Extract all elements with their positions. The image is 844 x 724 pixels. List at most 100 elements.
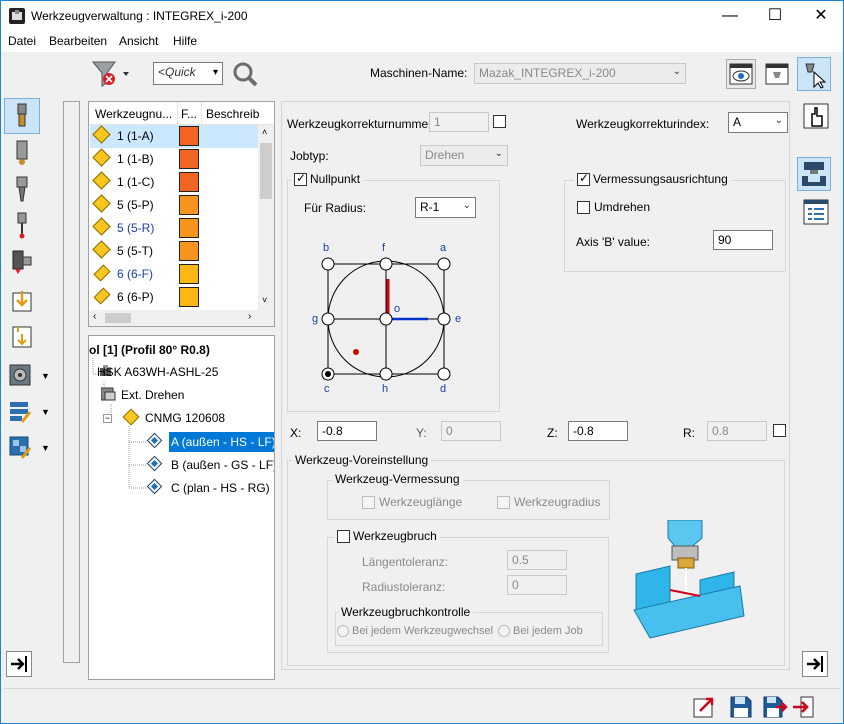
scroll-left-icon[interactable]: ‹: [93, 311, 96, 322]
import-button[interactable]: [8, 286, 36, 316]
vermessung-checkbox[interactable]: ✓: [577, 171, 590, 186]
radius2-checkbox[interactable]: [497, 495, 510, 509]
quick-search-input[interactable]: <Quick ▾: [153, 62, 223, 85]
save-as-icon: [763, 696, 788, 718]
tool-type-button-1[interactable]: [4, 98, 40, 134]
laengentol-input[interactable]: 0.5: [507, 550, 567, 570]
scroll-thumb[interactable]: [260, 143, 272, 199]
vertical-scrollbar[interactable]: ˄ ˅: [258, 125, 274, 310]
tool-list-row[interactable]: 5 (5-T): [90, 240, 258, 263]
import-file-button[interactable]: [8, 322, 36, 352]
minimize-button[interactable]: —: [707, 1, 753, 32]
bruch-checkbox[interactable]: [337, 529, 350, 543]
tool-type-button-5[interactable]: [8, 246, 36, 276]
x-input[interactable]: -0.8: [317, 421, 377, 441]
search-button[interactable]: [230, 59, 260, 89]
tree-edge-a[interactable]: A (außen - HS - LF): [169, 432, 274, 452]
expand-left-button[interactable]: [6, 651, 32, 677]
z-input[interactable]: -0.8: [568, 421, 628, 441]
tool-list-row[interactable]: 5 (5-P): [90, 194, 258, 217]
tool-window-button[interactable]: [762, 59, 792, 89]
r-input[interactable]: 0.8: [707, 421, 767, 441]
r-checkbox[interactable]: [773, 424, 786, 437]
chevron-down-icon[interactable]: ▼: [41, 371, 50, 381]
nullpunkt-checkbox[interactable]: ✓: [294, 171, 307, 186]
column-header-color[interactable]: F...: [181, 107, 197, 121]
filter-icon: [91, 61, 129, 87]
tool-tree: ol [1] (Profil 80° R0.8) HSK A63WH-ASHL-…: [88, 335, 275, 680]
menu-ansicht[interactable]: Ansicht: [119, 34, 158, 48]
tree-edge-b[interactable]: B (außen - GS - LF): [171, 458, 274, 472]
select-mode-button[interactable]: [797, 57, 831, 91]
radio2-label: Bei jedem Job: [513, 625, 583, 637]
column-header-description[interactable]: Beschreib: [206, 107, 259, 121]
exit-button[interactable]: [791, 695, 817, 719]
filter-button[interactable]: [90, 59, 130, 89]
korr-nr-input[interactable]: 1: [429, 112, 489, 132]
radio-werkzeugwechsel[interactable]: [337, 625, 349, 637]
list-edit-button[interactable]: [6, 396, 34, 426]
export-button[interactable]: [692, 695, 716, 719]
scroll-down-icon[interactable]: ˅: [262, 295, 267, 305]
magazine-button[interactable]: [6, 360, 34, 390]
checklist-button[interactable]: [802, 198, 830, 226]
laenge-checkbox[interactable]: [362, 495, 375, 509]
fuer-radius-select[interactable]: R-1 ⌄: [415, 197, 476, 218]
view-button[interactable]: [726, 59, 756, 89]
scroll-right-icon[interactable]: ›: [248, 311, 251, 322]
tool-list-row[interactable]: 6 (6-F): [90, 263, 258, 286]
tool-list-rows: 1 (1-A) 1 (1-B) 1 (1-C) 5 (5-P) 5 (5-R) 5 (5-…: [89, 125, 258, 310]
tool-setter-button[interactable]: [797, 157, 831, 191]
hand-tool-button[interactable]: [802, 102, 830, 130]
tool-list-row[interactable]: 1 (1-A): [90, 125, 258, 148]
tool-type-button-2[interactable]: [8, 138, 36, 168]
save-as-button[interactable]: [762, 695, 788, 719]
radio-job[interactable]: [498, 625, 510, 637]
tree-ext-drehen[interactable]: Ext. Drehen: [121, 388, 184, 402]
save-button[interactable]: [729, 695, 753, 719]
search-icon: [233, 62, 258, 87]
menu-datei[interactable]: Datei: [8, 34, 36, 48]
tree-insert[interactable]: CNMG 120608: [145, 411, 225, 425]
tool-type-button-3[interactable]: [8, 174, 36, 204]
tree-holder[interactable]: HSK A63WH-ASHL-25: [97, 365, 218, 379]
radius2-label: Werkzeugradius: [514, 495, 601, 509]
close-button[interactable]: ✕: [798, 1, 844, 32]
korr-nr-checkbox[interactable]: [493, 115, 506, 128]
tree-edge-c[interactable]: C (plan - HS - RG): [171, 481, 270, 495]
chevron-down-icon[interactable]: ▼: [41, 443, 50, 453]
tree-holder-label-wrap: HSK A63WH-ASHL-25: [97, 365, 218, 379]
laengentol-label: Längentoleranz:: [362, 555, 449, 569]
tool-list-row[interactable]: 1 (1-C): [90, 171, 258, 194]
chevron-down-icon[interactable]: ▼: [41, 407, 50, 417]
y-input[interactable]: 0: [441, 421, 501, 441]
chevron-down-icon: ⌄: [462, 200, 471, 211]
machine-name-select[interactable]: Mazak_INTEGREX_i-200 ⌄: [474, 63, 686, 84]
menu-bearbeiten[interactable]: Bearbeiten: [49, 34, 107, 48]
expand-right-button[interactable]: [802, 651, 828, 677]
chevron-down-icon: ▾: [212, 67, 218, 78]
horizontal-scrollbar[interactable]: ‹ ›: [89, 310, 274, 326]
tool-list-row[interactable]: 1 (1-B): [90, 148, 258, 171]
menu-hilfe[interactable]: Hilfe: [173, 34, 197, 48]
tree-collapse-toggle[interactable]: −: [103, 414, 112, 423]
maximize-button[interactable]: ☐: [752, 1, 798, 32]
tool-setter-icon: [802, 162, 826, 186]
tool-list-row[interactable]: 5 (5-R): [90, 217, 258, 240]
laenge-label: Werkzeuglänge: [379, 495, 463, 509]
r-label: R:: [683, 426, 695, 440]
scroll-thumb[interactable]: [105, 313, 131, 323]
menu-bar: Datei Bearbeiten Ansicht Hilfe: [1, 32, 843, 52]
radiustol-input[interactable]: 0: [507, 575, 567, 595]
preset-title: Werkzeug-Voreinstellung: [292, 453, 432, 467]
tool-type-button-4[interactable]: [8, 210, 36, 240]
jobtyp-select[interactable]: Drehen ⌄: [420, 145, 508, 166]
axis-b-input[interactable]: 90: [713, 230, 773, 250]
column-header-number[interactable]: Werkzeugnu...: [95, 107, 172, 121]
scroll-up-icon[interactable]: ˄: [262, 127, 267, 137]
assembly-button[interactable]: [6, 432, 34, 462]
korr-idx-select[interactable]: A ⌄: [728, 112, 788, 133]
umdrehen-checkbox[interactable]: [577, 200, 590, 214]
tool-list-row[interactable]: 6 (6-P): [90, 286, 258, 309]
grid-label-g: g: [312, 313, 319, 325]
